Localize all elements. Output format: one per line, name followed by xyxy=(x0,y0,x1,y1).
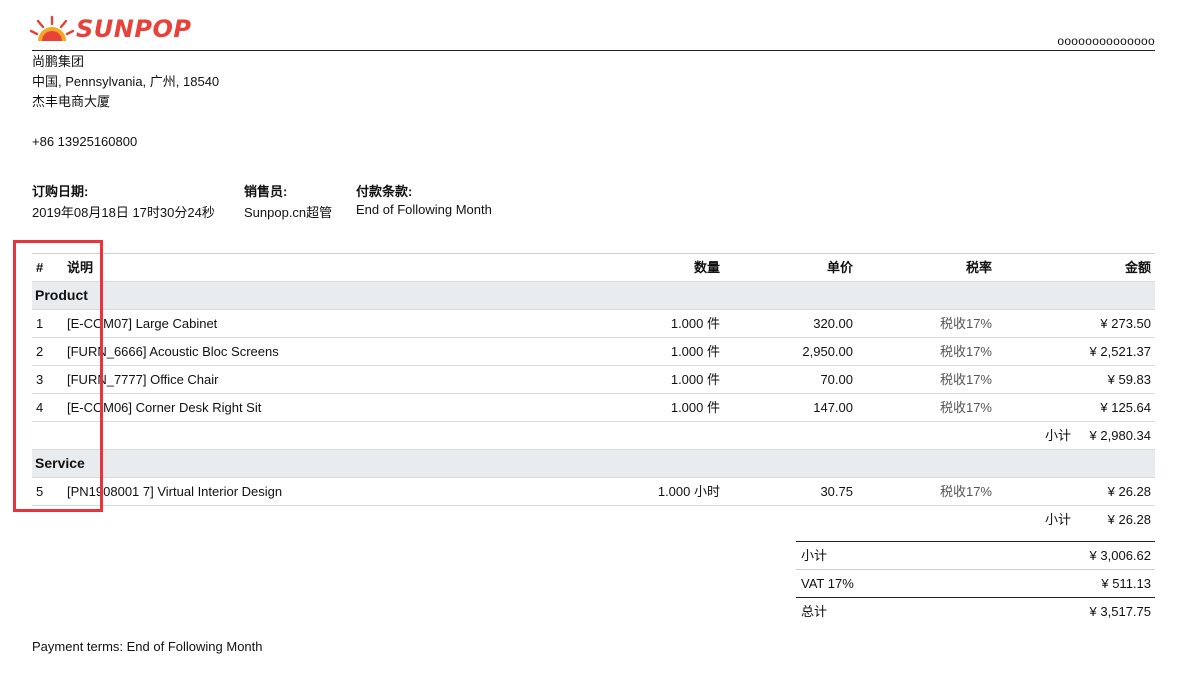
table-header-row: # 说明 数量 单价 税率 金额 xyxy=(32,253,1155,281)
line-tax: 税收17% xyxy=(939,344,992,359)
totals-subtotal-value: ¥ 3,006.62 xyxy=(1089,548,1151,563)
line-quantity: 1.000 件 xyxy=(670,400,720,415)
salesperson-value: Sunpop.cn超管 xyxy=(244,205,333,220)
section-subtotal-row: 小计 ¥ 2,980.34 xyxy=(32,421,1155,449)
line-tax: 税收17% xyxy=(939,316,992,331)
header-divider xyxy=(32,50,1155,51)
subtotal-amount: ¥ 26.28 xyxy=(1107,512,1151,527)
table-row: 5 [PN1908001 7] Virtual Interior Design … xyxy=(32,477,1155,505)
company-name: 尚鹏集团 xyxy=(32,54,85,69)
section-row-service: Service xyxy=(32,449,1155,477)
totals-grand-total-label: 总计 xyxy=(801,604,828,619)
section-subtotal-row: 小计 ¥ 26.28 xyxy=(32,505,1155,533)
line-unit-price: 320.00 xyxy=(813,316,853,331)
header-quantity: 数量 xyxy=(693,260,720,275)
brand-name: SUNPOP xyxy=(76,15,192,43)
header-unit-price: 单价 xyxy=(826,260,853,275)
line-quantity: 1.000 件 xyxy=(670,344,720,359)
subtotal-amount: ¥ 2,980.34 xyxy=(1089,428,1151,443)
line-quantity: 1.000 件 xyxy=(670,372,720,387)
table-row: 3 [FURN_7777] Office Chair 1.000 件 70.00… xyxy=(32,365,1155,393)
line-quantity: 1.000 小时 xyxy=(657,484,720,499)
invoice-lines-table: # 说明 数量 单价 税率 金额 Product 1 [E-COM07] Lar… xyxy=(32,253,1155,533)
totals-subtotal-row: 小计 ¥ 3,006.62 xyxy=(796,541,1155,569)
section-row-product: Product xyxy=(32,281,1155,309)
line-unit-price: 147.00 xyxy=(813,400,853,415)
table-row: 4 [E-COM06] Corner Desk Right Sit 1.000 … xyxy=(32,393,1155,421)
totals-subtotal-label: 小计 xyxy=(801,548,828,563)
company-logo: SUNPOP xyxy=(30,14,191,44)
line-unit-price: 30.75 xyxy=(820,484,853,499)
payment-terms-label: 付款条款: xyxy=(356,184,413,199)
totals-vat-row: VAT 17% ¥ 511.13 xyxy=(796,569,1155,597)
company-phone: +86 13925160800 xyxy=(32,134,138,149)
document-reference: oooooooooooooo xyxy=(1057,34,1155,48)
totals-grand-total-row: 总计 ¥ 3,517.75 xyxy=(796,597,1155,625)
salesperson-label: 销售员: xyxy=(244,184,288,199)
totals-vat-label: VAT 17% xyxy=(801,576,854,591)
payment-terms-value: End of Following Month xyxy=(356,202,492,217)
line-amount: ¥ 2,521.37 xyxy=(1089,344,1151,359)
line-tax: 税收17% xyxy=(939,484,992,499)
company-building: 杰丰电商大厦 xyxy=(32,94,111,109)
line-tax: 税收17% xyxy=(939,372,992,387)
payment-terms-note: Payment terms: End of Following Month xyxy=(32,639,263,654)
line-quantity: 1.000 件 xyxy=(670,316,720,331)
line-amount: ¥ 125.64 xyxy=(1100,400,1151,415)
line-amount: ¥ 26.28 xyxy=(1107,484,1151,499)
totals-vat-value: ¥ 511.13 xyxy=(1101,576,1151,591)
order-date-label: 订购日期: xyxy=(32,184,89,199)
totals-grand-total-value: ¥ 3,517.75 xyxy=(1089,604,1151,619)
line-unit-price: 2,950.00 xyxy=(802,344,853,359)
order-date-value: 2019年08月18日 17时30分24秒 xyxy=(32,205,215,220)
line-amount: ¥ 59.83 xyxy=(1107,372,1151,387)
subtotal-label: 小计 xyxy=(1044,428,1071,443)
line-tax: 税收17% xyxy=(939,400,992,415)
sun-logo-icon xyxy=(30,15,74,41)
header-amount: 金额 xyxy=(1124,260,1151,275)
header-tax: 税率 xyxy=(965,260,992,275)
line-amount: ¥ 273.50 xyxy=(1100,316,1151,331)
line-unit-price: 70.00 xyxy=(820,372,853,387)
subtotal-label: 小计 xyxy=(1044,512,1071,527)
company-address: 中国, Pennsylvania, 广州, 18540 xyxy=(32,74,220,89)
highlight-box xyxy=(13,240,103,512)
table-row: 2 [FURN_6666] Acoustic Bloc Screens 1.00… xyxy=(32,337,1155,365)
totals-table: 小计 ¥ 3,006.62 VAT 17% ¥ 511.13 总计 ¥ 3,51… xyxy=(796,541,1155,625)
table-row: 1 [E-COM07] Large Cabinet 1.000 件 320.00… xyxy=(32,309,1155,337)
